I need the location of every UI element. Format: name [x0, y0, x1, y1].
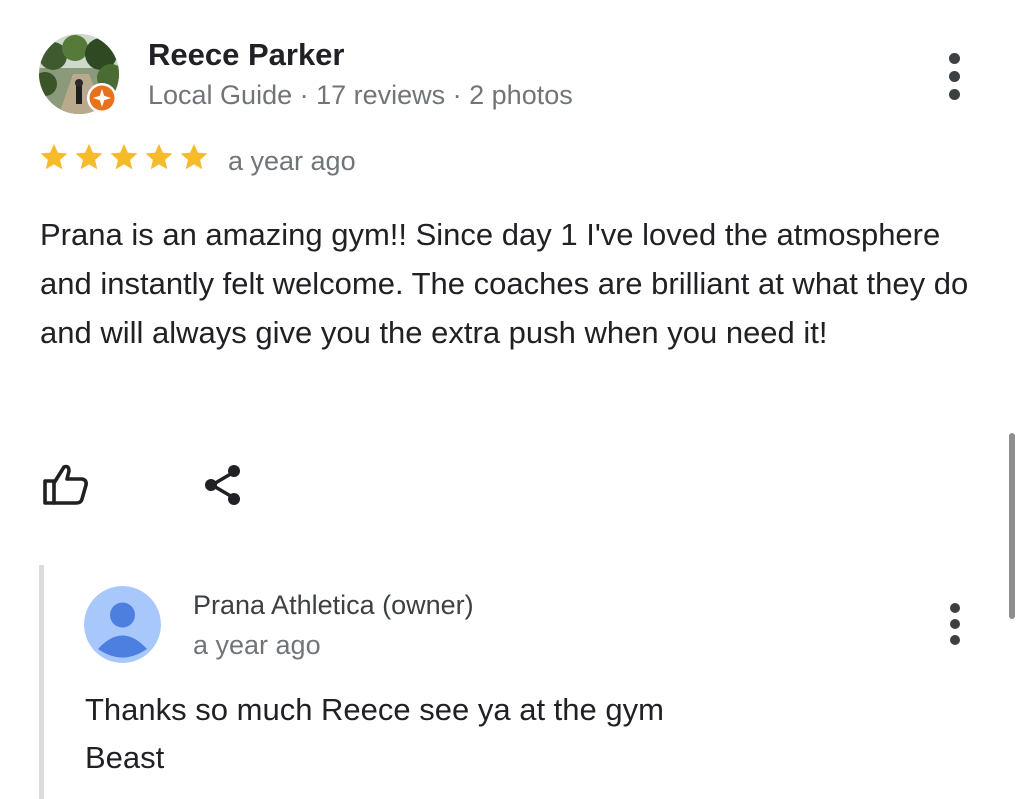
star-icon: [145, 143, 173, 170]
more-vert-icon[interactable]: [943, 603, 967, 651]
review-text: Prana is an amazing gym!! Since day 1 I'…: [40, 217, 969, 350]
scrollbar-thumb[interactable]: [1009, 433, 1015, 619]
more-vert-icon[interactable]: [942, 53, 966, 107]
star-icon: [110, 143, 138, 170]
owner-name: Prana Athletica (owner): [193, 590, 474, 620]
owner-avatar: [84, 586, 161, 663]
owner-reply-text: Thanks so much Reece see ya at the gym B…: [85, 686, 945, 782]
local-guide-badge-icon: [86, 82, 118, 114]
review-time: a year ago: [228, 146, 356, 176]
reply-line: Thanks so much Reece see ya at the gym: [85, 692, 664, 727]
thumb-up-icon[interactable]: [40, 459, 92, 511]
star-icon: [75, 143, 103, 170]
owner-reply-time: a year ago: [193, 630, 321, 660]
share-icon[interactable]: [200, 462, 246, 508]
reply-divider: [39, 565, 44, 799]
star-rating: [38, 142, 210, 172]
reviewer-meta: Local Guide · 17 reviews · 2 photos: [148, 80, 573, 110]
star-icon: [180, 143, 208, 170]
reply-line: Beast: [85, 740, 165, 775]
reviewer-name[interactable]: Reece Parker: [148, 36, 345, 74]
star-icon: [40, 143, 68, 170]
